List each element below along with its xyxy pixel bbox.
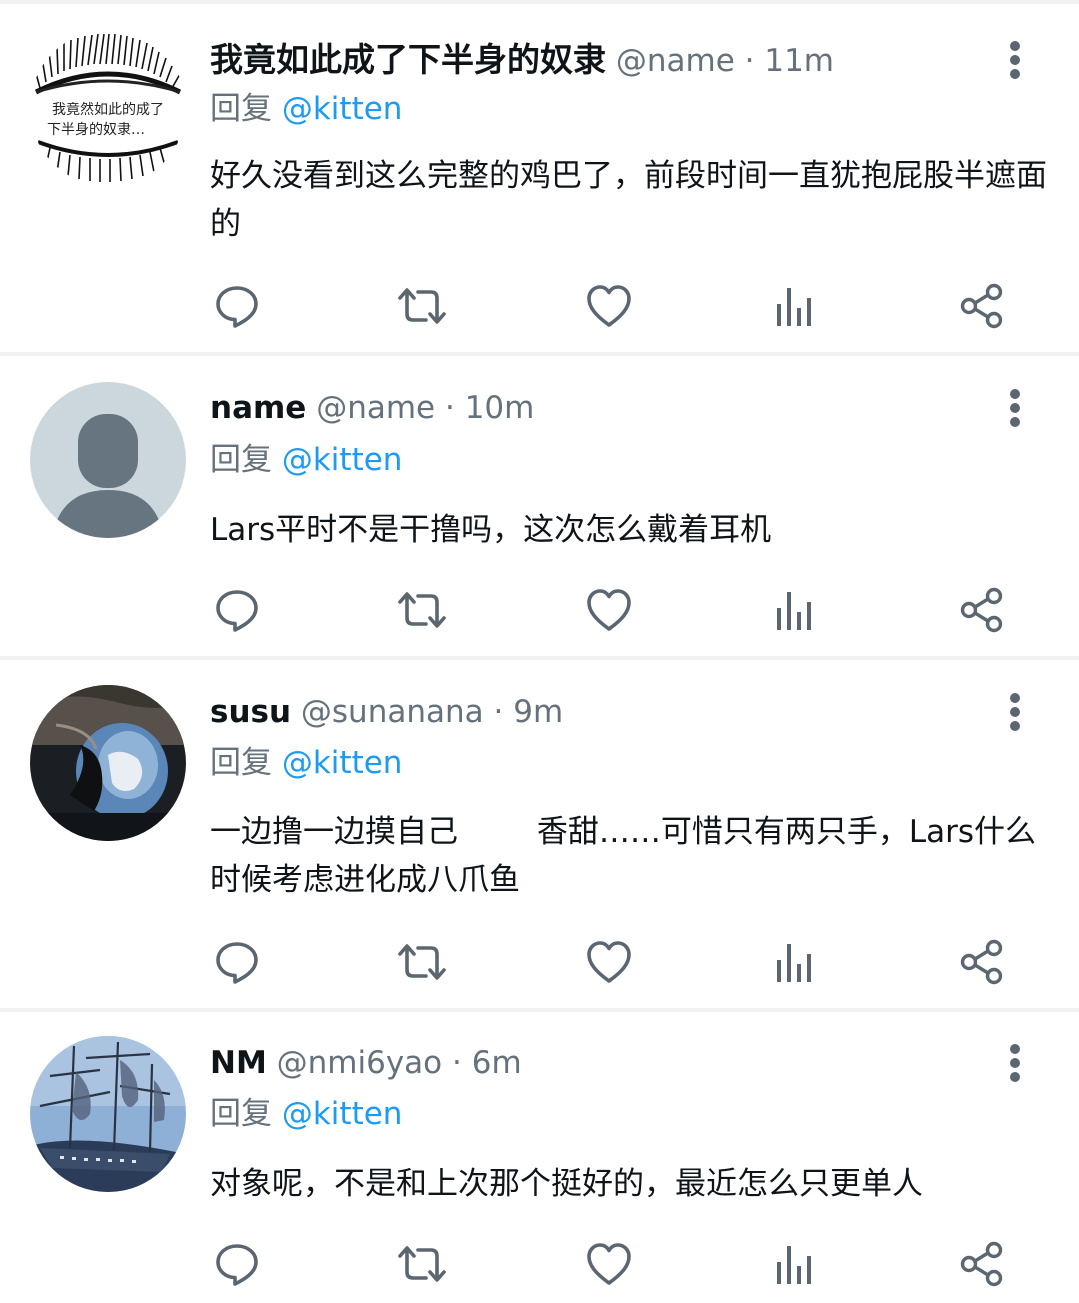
more-options-button[interactable] [1001,386,1029,430]
share-button[interactable] [955,1238,1009,1290]
views-bar-chart-icon [777,288,811,326]
views-button[interactable] [768,1238,822,1290]
comment-icon [216,1244,258,1286]
comment-icon [216,590,258,632]
reply-prefix: 回复 [210,442,272,478]
like-button[interactable] [582,936,636,988]
reply-context: 回复 @kitten [210,87,402,131]
tweet-text: 对象呢，不是和上次那个挺好的，最近怎么只更单人 [210,1166,923,1202]
display-name[interactable]: 我竟如此成了下半身的奴隶 [210,40,606,79]
vertical-ellipsis-icon [1010,1044,1020,1082]
avatar-caption-line2: 下半身的奴隶… [47,121,145,138]
tweet-header: susu @sunanana · 9m [210,690,969,734]
avatar[interactable] [30,1036,186,1192]
like-button[interactable] [582,584,636,636]
heart-icon [587,589,631,631]
reply-feed: 我竟然如此的成了 下半身的奴隶… 我竟如此成了下半身的奴隶 @name · 11… [0,0,1079,1303]
like-button[interactable] [582,280,636,332]
more-options-button[interactable] [1001,38,1029,82]
action-bar [210,1238,1010,1290]
reply-button[interactable] [210,280,264,332]
views-button[interactable] [768,584,822,636]
reply-mention-link[interactable]: @kitten [282,745,403,781]
display-name[interactable]: susu [210,694,291,730]
reply-button[interactable] [210,936,264,988]
timestamp[interactable]: 9m [513,694,563,730]
tweet-card[interactable]: NM @nmi6yao · 6m 回复 @kitten 对象呢，不是和上次那个挺… [0,1012,1079,1303]
share-icon [960,587,1003,633]
share-icon [960,1241,1003,1287]
share-icon [960,283,1003,329]
reply-context: 回复 @kitten [210,1092,402,1136]
tweet-card[interactable]: susu @sunanana · 9m 回复 @kitten 一边撸一边摸自己 … [0,660,1079,1012]
tweet-text: 一边撸一边摸自己 香甜……可惜只有两只手，Lars什么时候考虑进化成八爪鱼 [210,814,1036,898]
action-bar [210,584,1010,636]
avatar[interactable]: 我竟然如此的成了 下半身的奴隶… [30,30,186,186]
reply-prefix: 回复 [210,1096,272,1132]
timestamp[interactable]: 10m [465,390,535,426]
reply-prefix: 回复 [210,745,272,781]
vertical-ellipsis-icon [1010,693,1020,731]
share-button[interactable] [955,280,1009,332]
reply-button[interactable] [210,1238,264,1290]
tweet-card[interactable]: name @name · 10m 回复 @kitten Lars平时不是干撸吗，… [0,356,1079,660]
reply-context: 回复 @kitten [210,741,402,785]
timestamp[interactable]: 6m [472,1045,522,1081]
action-bar [210,280,1010,332]
comment-icon [216,286,258,328]
retweet-button[interactable] [395,584,449,636]
heart-icon [587,285,631,327]
display-name[interactable]: NM [210,1045,267,1081]
share-icon [960,939,1003,985]
timestamp[interactable]: 11m [764,43,834,79]
heart-icon [587,1243,631,1285]
reply-mention-link[interactable]: @kitten [282,442,403,478]
more-options-button[interactable] [1001,1041,1029,1085]
avatar[interactable] [30,685,186,841]
tweet-text: 好久没看到这么完整的鸡巴了，前段时间一直犹抱屁股半遮面的 [210,158,1047,242]
retweet-icon [398,944,446,980]
views-bar-chart-icon [777,1246,811,1284]
user-handle[interactable]: @name [316,390,435,426]
views-button[interactable] [768,280,822,332]
retweet-button[interactable] [395,280,449,332]
separator-dot: · [452,1045,462,1081]
more-options-button[interactable] [1001,690,1029,734]
retweet-icon [398,1246,446,1282]
retweet-icon [398,288,446,324]
views-bar-chart-icon [777,592,811,630]
user-handle[interactable]: @nmi6yao [277,1045,443,1081]
action-bar [210,936,1010,988]
avatar-caption-line1: 我竟然如此的成了 [52,101,164,118]
views-button[interactable] [768,936,822,988]
separator-dot: · [444,390,455,426]
separator-dot: · [493,694,504,730]
tweet-text: Lars平时不是干撸吗，这次怎么戴着耳机 [210,512,772,548]
tweet-card[interactable]: 我竟然如此的成了 下半身的奴隶… 我竟如此成了下半身的奴隶 @name · 11… [0,4,1079,356]
comment-icon [216,942,258,984]
avatar[interactable] [30,382,186,538]
share-button[interactable] [955,936,1009,988]
share-button[interactable] [955,584,1009,636]
like-button[interactable] [582,1238,636,1290]
heart-icon [587,941,631,983]
user-handle[interactable]: @name [616,43,735,79]
reply-mention-link[interactable]: @kitten [282,1096,403,1132]
reply-mention-link[interactable]: @kitten [282,91,403,127]
retweet-button[interactable] [395,936,449,988]
vertical-ellipsis-icon [1010,41,1020,79]
user-handle[interactable]: @sunanana [301,694,484,730]
views-bar-chart-icon [777,944,811,982]
retweet-button[interactable] [395,1238,449,1290]
tweet-header: 我竟如此成了下半身的奴隶 @name · 11m [210,38,969,83]
reply-context: 回复 @kitten [210,438,402,482]
separator-dot: · [744,43,755,79]
vertical-ellipsis-icon [1010,389,1020,427]
display-name[interactable]: name [210,390,306,426]
reply-button[interactable] [210,584,264,636]
tweet-header: NM @nmi6yao · 6m [210,1041,969,1085]
tweet-header: name @name · 10m [210,386,969,430]
reply-prefix: 回复 [210,91,272,127]
retweet-icon [398,592,446,628]
